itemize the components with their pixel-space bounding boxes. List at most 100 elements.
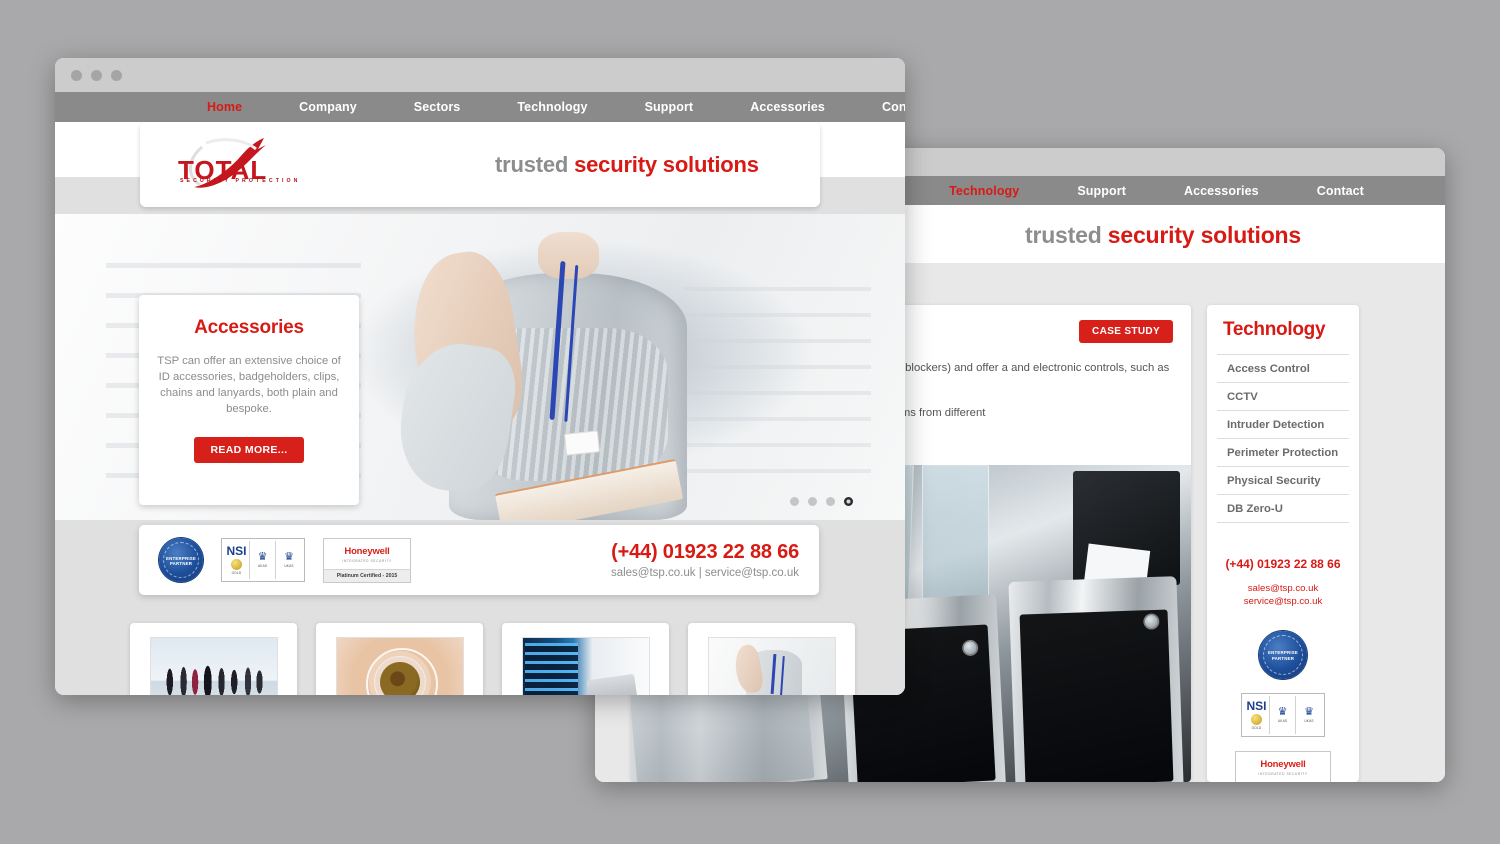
- back-nav-item-support[interactable]: Support: [1077, 184, 1126, 198]
- front-site-navigation[interactable]: Home Company Sectors Technology Support …: [55, 92, 905, 122]
- honeywell-badge: Honeywell INTEGRATED SECURITY Platinum C…: [323, 537, 411, 583]
- nsi-mark-cell: NSI GOLD: [224, 541, 250, 579]
- sidebar-item-db-zero-u[interactable]: DB Zero-U: [1217, 494, 1349, 523]
- nav-item-support[interactable]: Support: [645, 100, 694, 114]
- front-tagline-grey: trusted: [495, 151, 569, 177]
- tile-sectors[interactable]: Sectors: [130, 623, 297, 695]
- site-logo[interactable]: TOTAL SECURITY PROTECTION: [172, 133, 312, 197]
- crown-icon-2: ♛: [284, 551, 294, 563]
- window-minimize-icon[interactable]: [91, 69, 102, 81]
- nav-item-company[interactable]: Company: [299, 100, 357, 114]
- sidebar-title: Technology: [1223, 319, 1326, 340]
- sidebar-phone[interactable]: (+44) 01923 22 88 66: [1217, 557, 1349, 571]
- nav-item-technology[interactable]: Technology: [517, 100, 587, 114]
- seal-label: ENTERPRISE PARTNER: [165, 555, 197, 567]
- nsi-label: NSI: [1246, 698, 1267, 713]
- quicklink-tiles[interactable]: Sectors Technology Support Acce: [130, 623, 855, 695]
- contact-emails[interactable]: sales@tsp.co.uk | service@tsp.co.uk: [611, 567, 799, 579]
- honeywell-subtitle: INTEGRATED SECURITY: [1258, 771, 1308, 776]
- front-window-titlebar[interactable]: [55, 58, 905, 92]
- gold-medal-icon: [1251, 713, 1262, 725]
- back-tagline: trusted security solutions: [1025, 222, 1301, 249]
- honeywell-certification-year: Platinum Certified - 2015: [324, 568, 410, 582]
- ukas-cell-2: ♛ UKAS: [1296, 696, 1322, 734]
- honeywell-subtitle: INTEGRATED SECURITY: [342, 558, 392, 563]
- hero-carousel-dots[interactable]: [790, 497, 853, 506]
- back-tagline-grey: trusted: [1025, 222, 1102, 248]
- back-sidebar-card: Technology Access Control CCTV Intruder …: [1207, 305, 1359, 782]
- tile-technology-image: [335, 637, 464, 695]
- sidebar-item-cctv[interactable]: CCTV: [1217, 382, 1349, 410]
- back-tagline-red: security solutions: [1107, 222, 1301, 248]
- crown-icon: ♛: [257, 551, 268, 563]
- window-maximize-icon[interactable]: [111, 69, 122, 81]
- case-study-button[interactable]: CASE STUDY: [1079, 320, 1173, 343]
- window-close-icon[interactable]: [71, 69, 82, 81]
- ukas-cell-2: ♛ UKAS: [276, 541, 302, 579]
- promo-title: Accessories: [194, 317, 304, 338]
- honeywell-brand: Honeywell: [1260, 758, 1306, 770]
- sidebar-item-physical-security[interactable]: Physical Security: [1217, 466, 1349, 494]
- tile-support[interactable]: Support: [502, 623, 669, 695]
- gold-medal-icon: [231, 559, 242, 570]
- carousel-dot-3[interactable]: [826, 497, 835, 506]
- back-nav-item-accessories[interactable]: Accessories: [1184, 184, 1259, 198]
- front-tagline: trusted security solutions: [495, 152, 759, 178]
- promo-body: TSP can offer an extensive choice of ID …: [157, 355, 341, 416]
- carousel-dot-2[interactable]: [808, 497, 817, 506]
- ukas-label-1: UKAS: [1277, 718, 1288, 723]
- crown-icon-2: ♛: [1304, 705, 1314, 718]
- sidebar-email-service[interactable]: service@tsp.co.uk: [1217, 596, 1349, 609]
- front-tagline-red: security solutions: [574, 151, 759, 177]
- ukas-cell-1: ♛ UKAS: [250, 541, 276, 579]
- enterprise-partner-seal-icon: ENTERPRISE PARTNER: [1259, 630, 1307, 679]
- contact-phone[interactable]: (+44) 01923 22 88 66: [611, 541, 799, 564]
- sidebar-item-intruder-detection[interactable]: Intruder Detection: [1217, 410, 1349, 438]
- enterprise-partner-seal-icon: ENTERPRISE PARTNER: [159, 538, 203, 582]
- tile-technology[interactable]: Technology: [316, 623, 483, 695]
- honeywell-brand: Honeywell: [344, 545, 390, 557]
- person-neck: [537, 232, 599, 280]
- front-browser-window[interactable]: Home Company Sectors Technology Support …: [55, 58, 905, 695]
- back-nav-item-contact[interactable]: Contact: [1317, 184, 1364, 198]
- tile-sectors-image: [149, 637, 278, 695]
- back-nav-item-technology[interactable]: Technology: [949, 184, 1019, 198]
- person-id-badge: [563, 430, 601, 456]
- nsi-gold-ukas-badge: NSI GOLD ♛ UKAS ♛ UKAS: [1241, 692, 1325, 737]
- hero-person-photo: [392, 226, 735, 520]
- sidebar-certifications: ENTERPRISE PARTNER NSI GOLD ♛ UKAS ♛ UKA…: [1217, 630, 1349, 782]
- seal-label: ENTERPRISE PARTNER: [1267, 650, 1299, 661]
- tile-support-image: [521, 637, 650, 695]
- tile-accessories-image: [707, 637, 836, 695]
- ukas-label-2: UKAS: [1304, 718, 1314, 723]
- front-certifications: ENTERPRISE PARTNER NSI GOLD ♛ UKAS ♛ UKA…: [159, 537, 411, 583]
- read-more-button[interactable]: READ MORE...: [194, 437, 304, 464]
- nsi-gold-ukas-badge: NSI GOLD ♛ UKAS ♛ UKAS: [221, 538, 305, 582]
- carousel-dot-4-active[interactable]: [844, 497, 853, 506]
- nav-item-accessories[interactable]: Accessories: [750, 100, 825, 114]
- sidebar-email-sales[interactable]: sales@tsp.co.uk: [1217, 583, 1349, 596]
- nsi-label: NSI: [226, 544, 247, 558]
- accessories-promo-card[interactable]: Accessories TSP can offer an extensive c…: [139, 295, 359, 505]
- gold-label: GOLD: [1251, 725, 1262, 730]
- gold-label: GOLD: [231, 571, 242, 575]
- nsi-mark-cell: NSI GOLD: [1244, 695, 1270, 734]
- desktop-background: ectors Technology Support Accessories Co…: [0, 0, 1500, 844]
- ukas-label-2: UKAS: [284, 564, 294, 568]
- nav-item-home[interactable]: Home: [207, 100, 242, 114]
- honeywell-badge: Honeywell INTEGRATED SECURITY Platinum C…: [1235, 750, 1331, 782]
- front-header-card: TOTAL SECURITY PROTECTION trusted securi…: [140, 122, 820, 207]
- sidebar-item-access-control[interactable]: Access Control: [1217, 354, 1349, 382]
- front-page-body: TOTAL SECURITY PROTECTION trusted securi…: [55, 122, 905, 695]
- nav-item-contact[interactable]: Contact: [882, 100, 905, 114]
- sidebar-item-perimeter-protection[interactable]: Perimeter Protection: [1217, 438, 1349, 466]
- ukas-label-1: UKAS: [257, 564, 268, 568]
- crown-icon: ♛: [1277, 705, 1288, 718]
- logo-subtitle: SECURITY PROTECTION: [180, 177, 301, 184]
- contact-details: (+44) 01923 22 88 66 sales@tsp.co.uk | s…: [611, 541, 799, 579]
- tile-accessories[interactable]: Accessories: [688, 623, 855, 695]
- nav-item-sectors[interactable]: Sectors: [414, 100, 461, 114]
- ukas-cell-1: ♛ UKAS: [1270, 695, 1296, 734]
- carousel-dot-1[interactable]: [790, 497, 799, 506]
- contact-strip: ENTERPRISE PARTNER NSI GOLD ♛ UKAS ♛ UKA…: [139, 525, 819, 595]
